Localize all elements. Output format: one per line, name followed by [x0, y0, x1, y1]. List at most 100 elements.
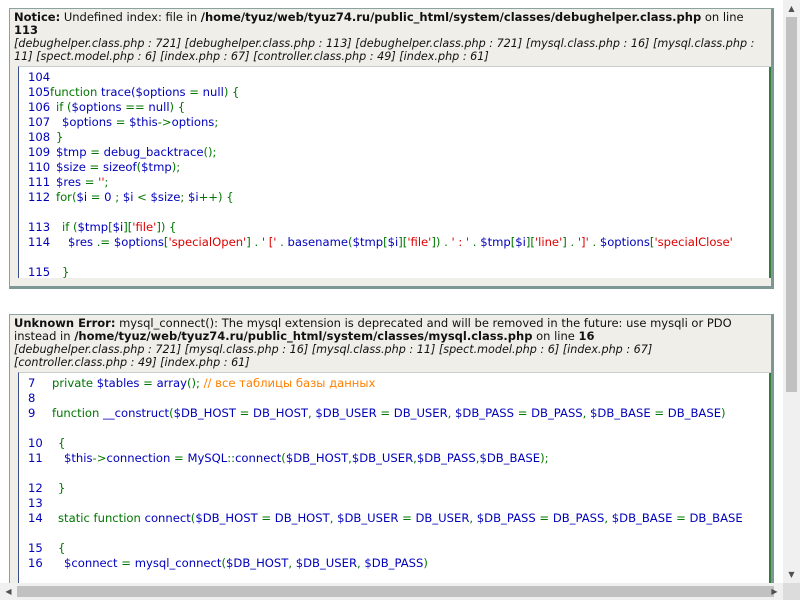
code-token: debug_backtrace	[103, 145, 204, 159]
code-token: =	[115, 115, 130, 129]
scroll-left-arrow-icon[interactable]: ◀	[0, 583, 17, 600]
scroll-right-arrow-icon[interactable]: ▶	[766, 583, 783, 600]
code-token: $DB_PASS	[364, 556, 424, 570]
scroll-up-arrow-icon[interactable]: ▲	[783, 0, 800, 17]
code-token: =	[90, 145, 104, 159]
code-token: ;	[214, 115, 219, 129]
code-text: $res .= $options['specialOpen'] . ' [' .…	[50, 235, 733, 249]
line-number: 110	[28, 160, 51, 174]
code-token: =	[84, 175, 99, 189]
horizontal-scroll-thumb[interactable]	[17, 586, 774, 597]
error-code-block[interactable]: 7 private $tables = array(); // все табли…	[18, 372, 771, 583]
horizontal-scrollbar[interactable]: ◀ ▶	[0, 583, 783, 600]
code-token: static function	[58, 511, 145, 525]
code-token: $DB_USER	[351, 451, 414, 465]
code-token: connect	[235, 451, 282, 465]
code-text: $res = '';	[50, 175, 108, 189]
notice-on-line-text: on line	[701, 10, 744, 24]
code-token: $connect	[64, 556, 122, 570]
code-token: $i	[76, 190, 91, 204]
page-viewport: Notice: Undefined index: file in /home/t…	[0, 0, 783, 583]
code-line: 14 static function connect($DB_HOST = DB_…	[19, 511, 771, 526]
code-token: }	[58, 481, 66, 495]
code-token: $options	[71, 100, 126, 114]
code-token: 'file'	[407, 235, 432, 249]
line-number: 10	[28, 436, 43, 450]
notice-code-block[interactable]: 104 105function trace($options = null) {1…	[18, 66, 771, 278]
code-token: $DB_BASE	[590, 406, 655, 420]
code-token: null	[202, 85, 224, 99]
code-token: =	[517, 406, 532, 420]
code-token: // все таблицы базы данных	[203, 376, 376, 390]
code-token: ,	[288, 556, 296, 570]
code-token: ();	[203, 145, 217, 159]
scroll-down-arrow-icon[interactable]: ▼	[783, 566, 800, 583]
code-token: if (	[62, 220, 78, 234]
code-token: $size	[150, 190, 181, 204]
notice-file-path: /home/tyuz/web/tyuz74.ru/public_html/sys…	[200, 10, 702, 24]
code-token: 'specialOpen'	[168, 235, 247, 249]
notice-header: Notice: Undefined index: file in /home/t…	[10, 9, 771, 66]
code-token: =	[121, 556, 135, 570]
code-token: $size	[56, 160, 90, 174]
code-token: $DB_HOST	[195, 511, 262, 525]
code-token: $DB_USER	[337, 511, 403, 525]
code-token: $tmp	[352, 235, 384, 249]
code-token: =	[239, 406, 254, 420]
notice-code-lines: 104 105function trace($options = null) {1…	[19, 67, 771, 278]
code-token: }	[56, 130, 64, 144]
code-token: ==	[125, 100, 149, 114]
code-token: $DB_PASS	[476, 511, 540, 525]
vertical-scroll-thumb[interactable]	[786, 17, 797, 392]
vertical-scrollbar[interactable]: ▲ ▼	[783, 0, 800, 583]
line-number: 114	[28, 235, 51, 249]
error-line-number: 16	[578, 329, 595, 343]
code-token: ,	[329, 511, 338, 525]
code-token: $this	[129, 115, 158, 129]
code-line: 104	[19, 70, 771, 85]
code-token: }	[62, 265, 70, 278]
error-box: Unknown Error: mysql_connect(): The mysq…	[9, 314, 774, 583]
code-text: $options = $this->options;	[50, 115, 218, 129]
code-line: 7 private $tables = array(); // все табли…	[19, 376, 771, 391]
code-token: ,	[582, 406, 591, 420]
code-token: ->	[157, 115, 172, 129]
code-token: ']'	[577, 235, 589, 249]
code-token: ][	[123, 220, 133, 234]
line-number: 113	[28, 220, 51, 234]
code-token: $tmp	[141, 160, 172, 174]
code-line: 11 $this->connection = MySQL::connect($DB…	[19, 451, 771, 466]
error-trace: [debughelper.class.php : 721] [mysql.cla…	[14, 343, 653, 369]
code-token: $DB_HOST	[226, 556, 289, 570]
code-token: DB_HOST	[253, 406, 309, 420]
line-number: 106	[28, 100, 51, 114]
notice-box: Notice: Undefined index: file in /home/t…	[9, 8, 774, 289]
code-token: $i	[187, 190, 199, 204]
code-token: =	[261, 511, 275, 525]
notice-line-number: 113	[14, 23, 39, 37]
code-token: array	[156, 376, 187, 390]
code-text: function trace($options = null) {	[50, 85, 239, 99]
code-text: }	[50, 265, 69, 278]
code-token: DB_PASS	[531, 406, 583, 420]
line-number: 107	[28, 115, 51, 129]
code-token: private	[52, 376, 97, 390]
code-token: DB_USER	[393, 406, 448, 420]
error-header: Unknown Error: mysql_connect(): The mysq…	[10, 315, 771, 372]
code-token: $DB_BASE	[611, 511, 677, 525]
code-line: 8	[19, 391, 771, 406]
code-token: ++) {	[198, 190, 234, 204]
code-token: =	[402, 511, 416, 525]
code-token: null	[148, 100, 170, 114]
code-line: 16 $connect = mysql_connect($DB_HOST, $DB…	[19, 556, 771, 571]
code-token: $i	[515, 235, 526, 249]
code-token: DB_PASS	[552, 511, 605, 525]
code-text: }	[50, 130, 63, 144]
code-line: 107 $options = $this->options;	[19, 115, 771, 130]
code-token: ,	[604, 511, 612, 525]
code-token: ]) {	[156, 220, 177, 234]
line-number: 11	[28, 451, 43, 465]
